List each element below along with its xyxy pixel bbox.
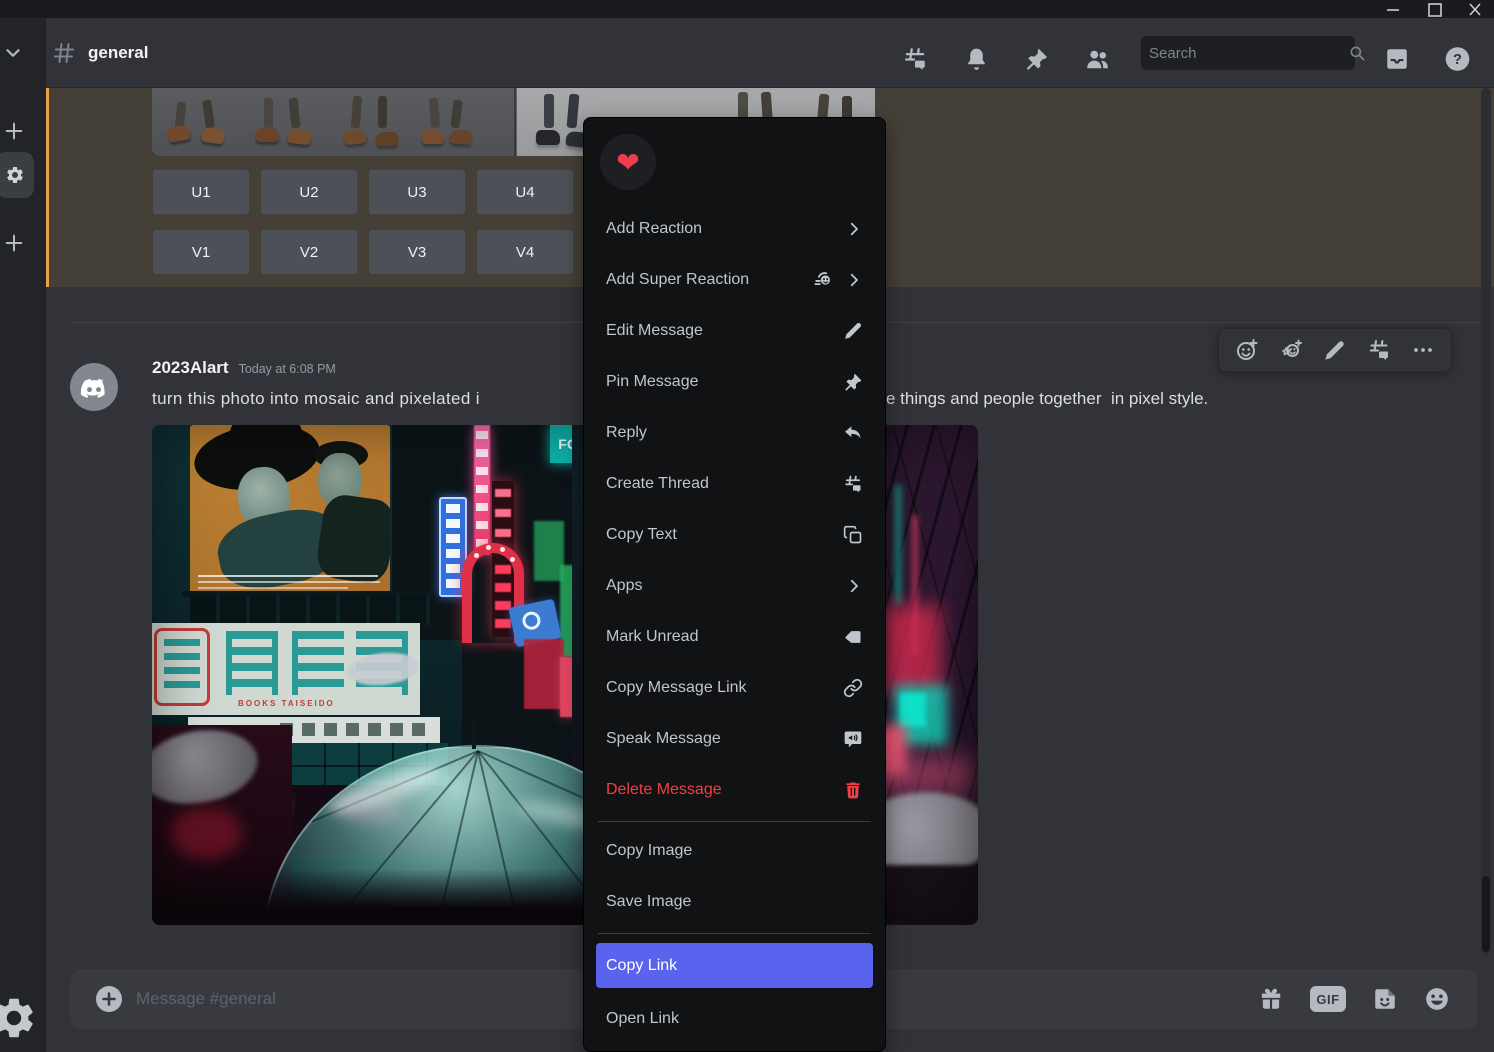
menu-divider bbox=[598, 821, 871, 822]
upscale-button-u1[interactable]: U1 bbox=[153, 170, 249, 214]
discord-logo-icon bbox=[79, 372, 109, 402]
pinned-messages-icon[interactable] bbox=[1024, 47, 1049, 72]
scrollbar-track[interactable] bbox=[1481, 88, 1491, 955]
menu-item-copy-link[interactable]: Copy Link bbox=[596, 943, 873, 988]
server-settings-button[interactable] bbox=[0, 152, 34, 198]
notifications-bell-icon[interactable] bbox=[964, 47, 989, 72]
storefront-text: TAISEIDO bbox=[198, 724, 248, 734]
heart-icon: ❤ bbox=[616, 146, 639, 179]
upscale-button-u3[interactable]: U3 bbox=[369, 170, 465, 214]
window-maximize-button[interactable] bbox=[1420, 0, 1450, 18]
avatar[interactable] bbox=[70, 363, 118, 411]
message-author[interactable]: 2023AlartToday at 6:08 PM bbox=[152, 358, 336, 378]
thread-icon bbox=[843, 474, 863, 494]
message-timestamp: Today at 6:08 PM bbox=[239, 362, 336, 376]
menu-item-add-super-reaction[interactable]: Add Super Reaction bbox=[596, 260, 873, 300]
user-settings-gear-icon[interactable] bbox=[0, 994, 38, 1042]
menu-item-reply[interactable]: Reply bbox=[596, 413, 873, 453]
quick-reaction-heart[interactable]: ❤ bbox=[600, 134, 656, 190]
add-reaction-icon[interactable] bbox=[1233, 336, 1261, 364]
attach-plus-icon[interactable] bbox=[96, 986, 122, 1012]
billboard-poster bbox=[190, 425, 390, 597]
super-reaction-icon bbox=[813, 269, 835, 291]
emoji-picker-icon[interactable] bbox=[1424, 986, 1450, 1012]
threads-icon[interactable] bbox=[902, 46, 928, 72]
vertical-building-sign bbox=[439, 497, 467, 597]
pin-icon bbox=[843, 372, 863, 392]
window-titlebar bbox=[0, 0, 1494, 18]
variation-button-v4[interactable]: V4 bbox=[477, 230, 573, 274]
create-thread-icon[interactable] bbox=[1365, 336, 1393, 364]
gift-icon[interactable] bbox=[1258, 986, 1284, 1012]
scrollbar-thumb[interactable] bbox=[1482, 876, 1490, 952]
trash-icon bbox=[843, 780, 863, 800]
neon-vertical-sign bbox=[492, 481, 514, 637]
mark-unread-icon bbox=[843, 627, 863, 647]
menu-item-add-reaction[interactable]: Add Reaction bbox=[596, 209, 873, 249]
channel-name: general bbox=[88, 43, 148, 63]
upscale-button-u2[interactable]: U2 bbox=[261, 170, 357, 214]
menu-item-mark-unread[interactable]: Mark Unread bbox=[596, 617, 873, 657]
svg-text:?: ? bbox=[1453, 52, 1462, 68]
menu-item-edit-message[interactable]: Edit Message bbox=[596, 311, 873, 351]
add-super-reaction-icon[interactable] bbox=[1277, 336, 1305, 364]
explore-plus-icon[interactable] bbox=[3, 232, 25, 254]
channel-hash-icon bbox=[52, 41, 76, 65]
menu-divider bbox=[598, 933, 871, 934]
chevron-right-icon bbox=[845, 220, 863, 238]
bookstore-sign: BOOKS TAISEIDO bbox=[152, 623, 420, 715]
context-menu: ❤ Add Reaction Add Super Reaction Edit M… bbox=[583, 117, 886, 1052]
gear-icon bbox=[5, 165, 25, 185]
storefront-band: TAISEIDO bbox=[188, 717, 440, 743]
window-close-button[interactable] bbox=[1460, 0, 1490, 18]
more-actions-icon[interactable] bbox=[1409, 336, 1437, 364]
mention-indicator-bar bbox=[46, 88, 49, 287]
channel-header: general ? bbox=[46, 18, 1494, 88]
search-input[interactable] bbox=[1149, 45, 1348, 62]
corner-neon-sign: FO bbox=[550, 425, 586, 463]
server-sidebar bbox=[0, 18, 46, 1052]
copy-icon bbox=[843, 525, 863, 545]
menu-item-save-image[interactable]: Save Image bbox=[596, 882, 873, 922]
pencil-icon bbox=[843, 321, 863, 341]
chevron-right-icon bbox=[845, 577, 863, 595]
variation-button-v3[interactable]: V3 bbox=[369, 230, 465, 274]
chevron-right-icon bbox=[845, 271, 863, 289]
variation-button-v2[interactable]: V2 bbox=[261, 230, 357, 274]
menu-item-pin-message[interactable]: Pin Message bbox=[596, 362, 873, 402]
edit-message-icon[interactable] bbox=[1321, 337, 1348, 364]
message-text-right: e things and people together in pixel st… bbox=[886, 389, 1208, 409]
link-icon bbox=[843, 678, 863, 698]
search-icon bbox=[1348, 44, 1366, 62]
member-list-icon[interactable] bbox=[1084, 46, 1110, 72]
search-box bbox=[1141, 36, 1355, 70]
message-text-left: turn this photo into mosaic and pixelate… bbox=[152, 389, 480, 409]
menu-item-open-link[interactable]: Open Link bbox=[596, 999, 873, 1039]
message-actions-toolbar bbox=[1218, 328, 1452, 372]
sticker-icon[interactable] bbox=[1372, 986, 1398, 1012]
upscale-button-u4[interactable]: U4 bbox=[477, 170, 573, 214]
variation-button-v1[interactable]: V1 bbox=[153, 230, 249, 274]
menu-item-copy-text[interactable]: Copy Text bbox=[596, 515, 873, 555]
chevron-down-icon[interactable] bbox=[2, 42, 24, 64]
window-minimize-button[interactable] bbox=[1378, 0, 1408, 18]
menu-item-delete-message[interactable]: Delete Message bbox=[596, 770, 873, 810]
storefront-small-text: BOOKS TAISEIDO bbox=[238, 699, 398, 711]
speak-message-icon bbox=[843, 729, 863, 749]
gif-picker-icon[interactable]: GIF bbox=[1310, 986, 1346, 1012]
menu-item-apps[interactable]: Apps bbox=[596, 566, 873, 606]
add-server-plus-icon[interactable] bbox=[3, 120, 25, 142]
menu-item-copy-image[interactable]: Copy Image bbox=[596, 831, 873, 871]
reply-arrow-icon bbox=[843, 423, 863, 443]
menu-item-create-thread[interactable]: Create Thread bbox=[596, 464, 873, 504]
menu-item-speak-message[interactable]: Speak Message bbox=[596, 719, 873, 759]
inbox-icon[interactable] bbox=[1384, 46, 1410, 72]
help-icon[interactable]: ? bbox=[1444, 46, 1471, 73]
menu-item-copy-message-link[interactable]: Copy Message Link bbox=[596, 668, 873, 708]
